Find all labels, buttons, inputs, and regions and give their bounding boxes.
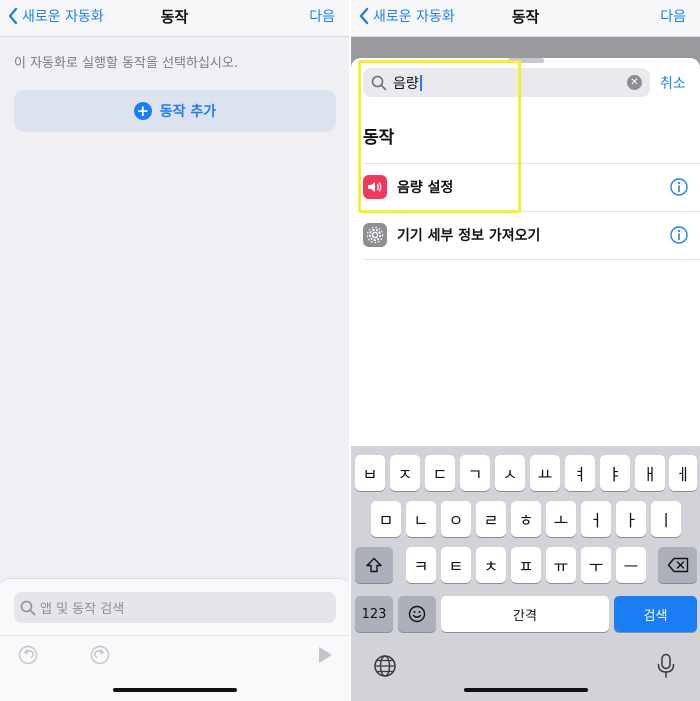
key[interactable]: ㅊ bbox=[476, 547, 506, 583]
search-icon bbox=[20, 600, 36, 615]
undo-icon[interactable] bbox=[18, 645, 38, 665]
app-action-search-input[interactable]: 앱 및 동작 검색 bbox=[14, 592, 336, 623]
key[interactable]: ㅅ bbox=[495, 455, 525, 491]
next-button[interactable]: 다음 bbox=[660, 6, 686, 26]
key[interactable]: ㅇ bbox=[441, 501, 471, 537]
divider bbox=[0, 635, 349, 636]
key[interactable]: ㄹ bbox=[476, 501, 506, 537]
shift-key[interactable] bbox=[355, 547, 393, 583]
key[interactable]: ㅜ bbox=[581, 547, 611, 583]
chevron-left-icon bbox=[8, 7, 18, 25]
gear-icon bbox=[363, 223, 387, 247]
key[interactable]: ㄴ bbox=[406, 501, 436, 537]
screen: 새로운 자동화 동작 다음 이 자동화로 실행할 동작을 선택하십시오. + 동… bbox=[0, 0, 700, 701]
back-label: 새로운 자동화 bbox=[22, 9, 104, 25]
space-key[interactable]: 간격 bbox=[441, 596, 609, 632]
right-pane: 새로운 자동화 동작 다음 음량 ✕ 취소 동작 음량 설정 기기 세부 정보 … bbox=[351, 0, 700, 701]
key[interactable]: ㅛ bbox=[530, 455, 560, 491]
key[interactable]: ㅌ bbox=[441, 547, 471, 583]
key[interactable]: ㅣ bbox=[651, 501, 681, 537]
emoji-key[interactable] bbox=[398, 596, 436, 632]
key[interactable]: ㅡ bbox=[616, 547, 646, 583]
key[interactable]: ㅋ bbox=[406, 547, 436, 583]
cancel-button[interactable]: 취소 bbox=[660, 73, 686, 93]
dimmed-background bbox=[351, 37, 700, 58]
key[interactable]: ㅑ bbox=[600, 455, 630, 491]
key[interactable]: ㅐ bbox=[635, 455, 665, 491]
key[interactable]: ㅎ bbox=[511, 501, 541, 537]
text-caret bbox=[419, 74, 422, 91]
key[interactable]: ㅂ bbox=[355, 455, 385, 491]
next-button[interactable]: 다음 bbox=[309, 6, 335, 26]
back-label: 새로운 자동화 bbox=[373, 9, 455, 25]
redo-icon[interactable] bbox=[90, 645, 110, 665]
nav-bar: 새로운 자동화 동작 다음 bbox=[351, 0, 700, 37]
search-icon bbox=[371, 75, 387, 90]
back-button[interactable]: 새로운 자동화 bbox=[8, 6, 104, 26]
key[interactable]: ㄷ bbox=[425, 455, 455, 491]
globe-icon[interactable] bbox=[373, 654, 397, 678]
shift-icon bbox=[366, 557, 382, 573]
back-button[interactable]: 새로운 자동화 bbox=[359, 6, 455, 26]
key[interactable]: ㅕ bbox=[565, 455, 595, 491]
microphone-icon[interactable] bbox=[656, 653, 676, 679]
info-icon[interactable] bbox=[670, 226, 688, 244]
korean-keyboard: ㅂ ㅈ ㄷ ㄱ ㅅ ㅛ ㅕ ㅑ ㅐ ㅔ ㅁ ㄴ ㅇ ㄹ ㅎ ㅗ ㅓ ㅏ ㅣ ㅋ … bbox=[351, 446, 700, 701]
left-pane: 새로운 자동화 동작 다음 이 자동화로 실행할 동작을 선택하십시오. + 동… bbox=[0, 0, 349, 701]
result-label: 기기 세부 정보 가져오기 bbox=[397, 228, 541, 244]
home-indicator bbox=[463, 688, 588, 692]
result-get-device-details[interactable]: 기기 세부 정보 가져오기 bbox=[363, 211, 700, 259]
home-indicator bbox=[112, 688, 237, 692]
play-icon[interactable] bbox=[316, 645, 334, 665]
emoji-icon bbox=[408, 605, 426, 623]
add-action-label: 동작 추가 bbox=[159, 104, 217, 120]
section-title: 동작 bbox=[363, 128, 395, 148]
instruction-text: 이 자동화로 실행할 동작을 선택하십시오. bbox=[14, 56, 238, 71]
action-search-panel: 앱 및 동작 검색 bbox=[0, 578, 349, 701]
search-value: 음량 bbox=[393, 75, 419, 92]
chevron-left-icon bbox=[359, 7, 369, 25]
key[interactable]: ㅍ bbox=[511, 547, 541, 583]
result-set-volume[interactable]: 음량 설정 bbox=[363, 163, 700, 211]
search-key[interactable]: 검색 bbox=[614, 596, 697, 632]
key[interactable]: ㅈ bbox=[390, 455, 420, 491]
key[interactable]: ㅔ bbox=[669, 455, 697, 491]
nav-bar: 새로운 자동화 동작 다음 bbox=[0, 0, 349, 37]
delete-key[interactable] bbox=[658, 547, 697, 583]
clear-icon[interactable]: ✕ bbox=[627, 75, 642, 90]
plus-circle-icon: + bbox=[133, 102, 152, 120]
key[interactable]: ㄱ bbox=[460, 455, 490, 491]
add-action-button[interactable]: + 동작 추가 bbox=[14, 90, 336, 132]
key[interactable]: ㅁ bbox=[371, 501, 401, 537]
search-placeholder: 앱 및 동작 검색 bbox=[40, 602, 125, 617]
numbers-key[interactable]: 123 bbox=[355, 596, 393, 632]
key[interactable]: ㅓ bbox=[581, 501, 611, 537]
key[interactable]: ㅗ bbox=[546, 501, 576, 537]
action-search-input[interactable]: 음량 ✕ bbox=[363, 68, 650, 97]
backspace-icon bbox=[667, 557, 688, 573]
sheet-grabber[interactable] bbox=[507, 58, 544, 63]
result-label: 음량 설정 bbox=[397, 180, 454, 196]
divider bbox=[363, 259, 700, 260]
key[interactable]: ㅠ bbox=[546, 547, 576, 583]
key[interactable]: ㅏ bbox=[616, 501, 646, 537]
speaker-icon bbox=[363, 175, 387, 199]
info-icon[interactable] bbox=[670, 178, 688, 196]
